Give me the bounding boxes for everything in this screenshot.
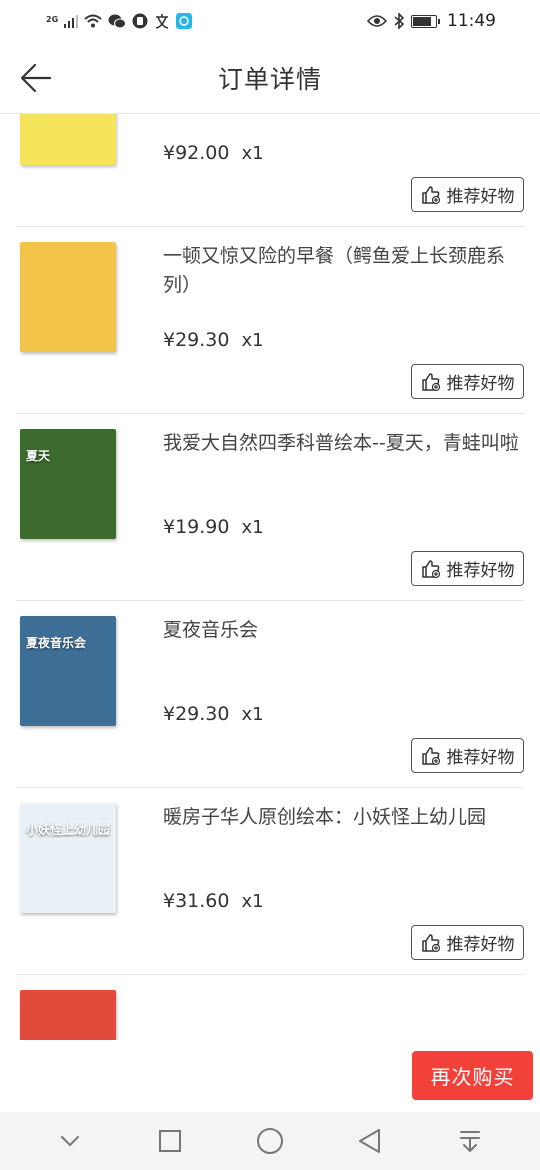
recommend-button[interactable]: 推荐好物 <box>411 551 524 586</box>
recommend-button[interactable]: 推荐好物 <box>411 738 524 773</box>
signal-icon <box>64 14 79 28</box>
item-quantity: x1 <box>241 143 264 164</box>
rebuy-button[interactable]: 再次购买 <box>412 1051 533 1100</box>
book-cover-title: 小妖怪上幼儿园 <box>26 823 111 837</box>
order-item[interactable]: 夏夜音乐会 夏夜音乐会 ¥29.30 x1 推荐好物 <box>16 601 524 788</box>
item-title[interactable]: 暖房子华人原创绘本：小妖怪上幼儿园 <box>163 803 533 832</box>
book-cover-title: 夏夜音乐会 <box>26 636 87 650</box>
thumbs-up-icon <box>421 185 440 204</box>
nav-notification-button[interactable] <box>448 1119 492 1163</box>
recommend-button-label: 推荐好物 <box>446 374 515 394</box>
order-items-scroll[interactable]: 春天五味太郎四季绘本：全4册（日本超人气绘本大师五味太郎作品，充分调动孩子想象力… <box>0 114 540 1040</box>
status-bar: 2G 11:49 <box>0 0 540 42</box>
pull-down-icon <box>460 1131 480 1153</box>
recommend-button-label: 推荐好物 <box>446 561 515 581</box>
thumbs-up-icon <box>421 559 440 578</box>
status-right: 11:49 <box>367 11 496 31</box>
thumbs-up-icon <box>421 372 440 391</box>
system-nav-bar <box>0 1112 540 1170</box>
status-left: 2G <box>46 13 193 29</box>
bluetooth-icon <box>393 13 405 29</box>
item-price-row: ¥19.90 x1 <box>163 516 264 538</box>
item-price-row: ¥31.60 x1 <box>163 890 264 912</box>
wifi-icon <box>84 14 102 28</box>
item-title[interactable]: 夏夜音乐会 <box>163 616 533 645</box>
order-item[interactable]: 春天五味太郎四季绘本：全4册（日本超人气绘本大师五味太郎作品，充分调动孩子想象力… <box>16 114 524 227</box>
book-cover-title: 夏天 <box>26 449 51 463</box>
order-item[interactable]: 小妖怪上幼儿园 暖房子华人原创绘本：小妖怪上幼儿园 ¥31.60 x1 推荐好物 <box>16 788 524 975</box>
nav-hide-button[interactable] <box>48 1119 92 1163</box>
wechat-icon <box>108 14 127 29</box>
item-price-row: ¥29.30 x1 <box>163 703 264 725</box>
item-price-row: ¥92.00 x1 <box>163 142 264 164</box>
alipay-icon <box>176 13 193 29</box>
item-price: ¥29.30 <box>163 329 230 351</box>
nav-recent-button[interactable] <box>148 1119 192 1163</box>
item-quantity: x1 <box>241 891 264 912</box>
triangle-back-icon <box>359 1129 380 1153</box>
battery-fill <box>413 16 431 26</box>
book-cover-image[interactable]: 夏夜音乐会 <box>20 616 116 726</box>
item-price: ¥19.90 <box>163 516 230 538</box>
item-price: ¥92.00 <box>163 142 230 164</box>
thumbs-up-icon <box>421 746 440 765</box>
thumbs-up-icon <box>421 933 440 952</box>
recommend-button[interactable]: 推荐好物 <box>411 177 524 212</box>
order-items-list: 春天五味太郎四季绘本：全4册（日本超人气绘本大师五味太郎作品，充分调动孩子想象力… <box>0 114 540 1040</box>
nav-home-button[interactable] <box>248 1119 292 1163</box>
item-price: ¥29.30 <box>163 703 230 725</box>
book-cover-image[interactable] <box>20 242 116 352</box>
item-quantity: x1 <box>241 517 264 538</box>
nav-back-button[interactable] <box>348 1119 392 1163</box>
network-type-label: 2G <box>46 15 59 24</box>
text-input-icon <box>154 13 170 29</box>
item-price-row: ¥29.30 x1 <box>163 329 264 351</box>
item-quantity: x1 <box>241 330 264 351</box>
item-price: ¥31.60 <box>163 890 230 912</box>
order-item[interactable]: 夏天 我爱大自然四季科普绘本--夏天，青蛙叫啦 ¥19.90 x1 推荐好物 <box>16 414 524 601</box>
book-cover-image[interactable] <box>20 990 116 1040</box>
book-cover-image[interactable]: 小妖怪上幼儿园 <box>20 803 116 913</box>
order-item[interactable] <box>16 975 524 1040</box>
square-icon <box>159 1130 181 1152</box>
header: 订单详情 <box>0 42 540 114</box>
recommend-button-label: 推荐好物 <box>446 935 515 955</box>
battery-icon <box>411 14 440 28</box>
item-title[interactable]: 我爱大自然四季科普绘本--夏天，青蛙叫啦 <box>163 429 533 458</box>
order-item[interactable]: 一顿又惊又险的早餐（鳄鱼爱上长颈鹿系列） ¥29.30 x1 推荐好物 <box>16 227 524 414</box>
book-cover-image[interactable]: 春天 <box>20 114 116 165</box>
item-title[interactable]: 一顿又惊又险的早餐（鳄鱼爱上长颈鹿系列） <box>163 242 533 300</box>
back-button[interactable] <box>18 60 54 96</box>
item-quantity: x1 <box>241 704 264 725</box>
chevron-down-icon <box>61 1136 79 1147</box>
recommend-button[interactable]: 推荐好物 <box>411 925 524 960</box>
status-time: 11:49 <box>447 11 496 31</box>
recommend-button[interactable]: 推荐好物 <box>411 364 524 399</box>
recommend-button-label: 推荐好物 <box>446 187 515 207</box>
app-notification-icon <box>132 13 148 29</box>
circle-icon <box>257 1128 283 1154</box>
recommend-button-label: 推荐好物 <box>446 748 515 768</box>
book-cover-image[interactable]: 夏天 <box>20 429 116 539</box>
page-title: 订单详情 <box>217 64 322 94</box>
eye-icon <box>367 14 387 28</box>
back-arrow-icon <box>20 63 52 93</box>
